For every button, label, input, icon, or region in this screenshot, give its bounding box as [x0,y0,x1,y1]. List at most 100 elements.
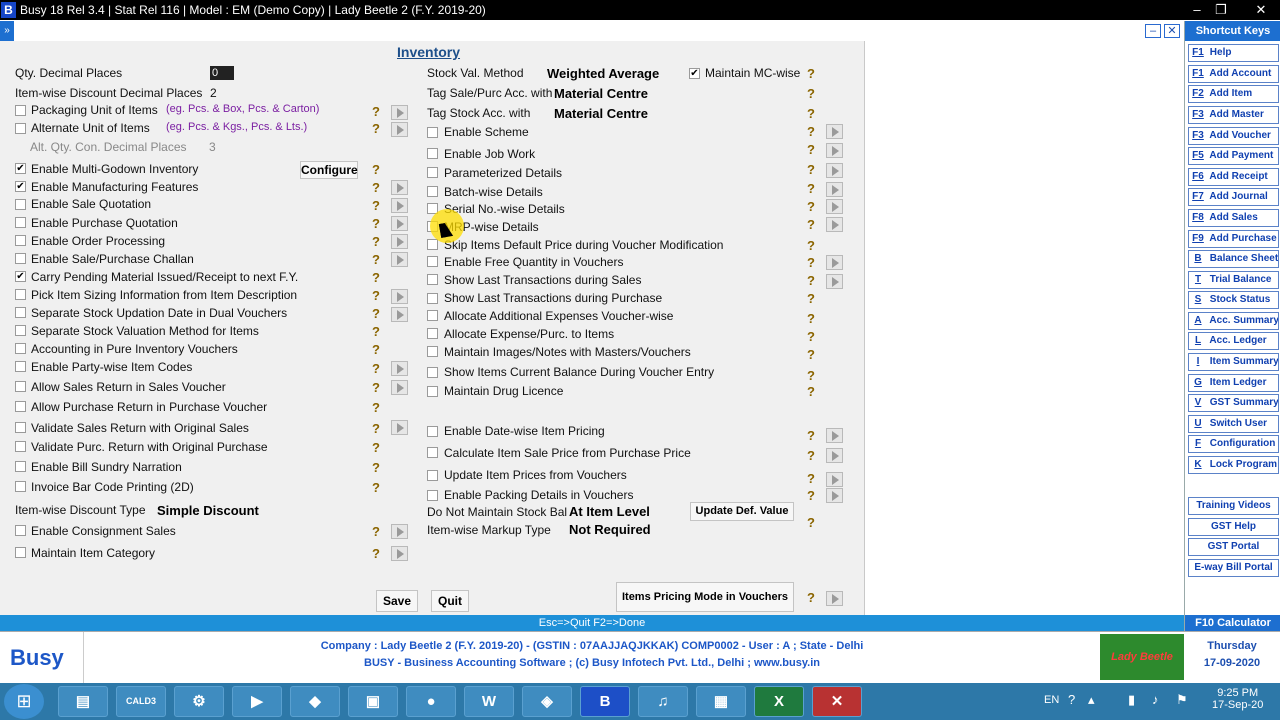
calculator-shortcut[interactable]: F10 Calculator [1185,615,1280,631]
consignment-checkbox[interactable] [15,525,26,536]
help-icon[interactable]: ? [369,216,383,232]
help-icon[interactable]: ? [369,480,383,496]
shortcut-trial-balance[interactable]: T Trial Balance [1188,271,1279,289]
discount-type-value[interactable]: Simple Discount [157,503,259,518]
help-icon[interactable]: ? [369,162,383,178]
carry-pending-checkbox[interactable]: ✔ [15,271,26,282]
help-icon[interactable]: ? [804,515,818,531]
items-balance-checkbox[interactable] [427,367,438,378]
packaging-unit-checkbox[interactable] [15,105,26,116]
expand-arrow-icon[interactable] [826,274,843,289]
gallery-icon[interactable]: ▦ [696,686,746,717]
expand-arrow-icon[interactable] [391,307,408,322]
expand-arrow-icon[interactable] [391,198,408,213]
network-icon[interactable]: ▮ [1128,692,1135,708]
help-icon[interactable]: ? [804,217,818,233]
maintain-images-checkbox[interactable] [427,346,438,357]
allocate-additional-checkbox[interactable] [427,310,438,321]
bar-code-checkbox[interactable] [15,481,26,492]
bill-sundry-checkbox[interactable] [15,461,26,472]
stock-val-value[interactable]: Weighted Average [547,66,659,81]
party-wise-codes-checkbox[interactable] [15,361,26,372]
help-icon[interactable]: ? [369,421,383,437]
do-not-maintain-value[interactable]: At Item Level [569,504,650,519]
minimize-icon[interactable]: – [1186,1,1208,18]
help-icon[interactable]: ? [804,199,818,215]
expand-arrow-icon[interactable] [391,420,408,435]
up-arrow-icon[interactable]: ▴ [1088,692,1095,708]
volume-icon[interactable]: ♪ [1152,692,1159,707]
help-icon[interactable]: ? [804,86,818,102]
help-icon[interactable]: ? [369,324,383,340]
expand-arrow-icon[interactable] [826,182,843,197]
expand-arrow-icon[interactable] [826,472,843,487]
help-icon[interactable]: ? [369,104,383,120]
discount-decimal-value[interactable]: 2 [210,86,217,100]
close-icon[interactable]: ✕ [1250,1,1272,18]
expand-arrow-icon[interactable] [826,124,843,139]
quit-button[interactable]: Quit [431,590,469,612]
expand-arrow-icon[interactable] [391,180,408,195]
markup-type-value[interactable]: Not Required [569,522,651,537]
packing-details-checkbox[interactable] [427,490,438,501]
start-button-icon[interactable]: ⊞ [4,684,44,719]
expand-arrow-icon[interactable] [826,199,843,214]
help-icon[interactable]: ? [369,361,383,377]
expand-arrow-icon[interactable] [826,217,843,232]
help-icon[interactable]: ? [804,448,818,464]
busy-taskbar-icon[interactable]: B [580,686,630,717]
shortcut-acc-ledger[interactable]: L Acc. Ledger [1188,332,1279,350]
challan-checkbox[interactable] [15,253,26,264]
window-minimize-icon[interactable]: – [1145,24,1161,38]
eway-bill-portal-button[interactable]: E-way Bill Portal [1188,559,1279,577]
help-icon[interactable]: ? [804,428,818,444]
calc-sale-price-checkbox[interactable] [427,447,438,458]
calendar-app-icon[interactable]: CALD3 [116,686,166,717]
multi-godown-checkbox[interactable]: ✔ [15,163,26,174]
anydesk-icon[interactable]: ◈ [522,686,572,717]
pure-inventory-checkbox[interactable] [15,343,26,354]
validate-sales-return-checkbox[interactable] [15,422,26,433]
help-icon[interactable]: ? [804,181,818,197]
expand-arrow-icon[interactable] [391,546,408,561]
expand-arrow-icon[interactable] [391,524,408,539]
help-icon[interactable]: ? [804,106,818,122]
expand-arrow-icon[interactable] [826,591,843,606]
shortcut-add-account[interactable]: F1 Add Account [1188,65,1279,83]
help-icon[interactable]: ? [369,400,383,416]
job-work-checkbox[interactable] [427,148,438,159]
expand-arrow-icon[interactable] [826,255,843,270]
help-icon[interactable]: ? [369,524,383,540]
help-icon[interactable]: ? [804,384,818,400]
gst-portal-button[interactable]: GST Portal [1188,538,1279,556]
expand-arrow-icon[interactable] [826,143,843,158]
help-icon[interactable]: ? [369,180,383,196]
help-tray-icon[interactable]: ? [1068,692,1075,707]
item-category-checkbox[interactable] [15,547,26,558]
update-def-value-button[interactable]: Update Def. Value [690,502,794,521]
help-icon[interactable]: ? [804,124,818,140]
help-icon[interactable]: ? [369,252,383,268]
flag-icon[interactable]: ⚑ [1176,692,1188,708]
shortcut-item-ledger[interactable]: G Item Ledger [1188,374,1279,392]
help-icon[interactable]: ? [804,273,818,289]
mc-wise-checkbox[interactable]: ✔ [689,68,700,79]
shortcut-gst-summary[interactable]: V GST Summary [1188,394,1279,412]
shortcut-add-receipt[interactable]: F6 Add Receipt [1188,168,1279,186]
expand-arrow-icon[interactable] [391,380,408,395]
batch-wise-checkbox[interactable] [427,186,438,197]
media-player-icon[interactable]: ▶ [232,686,282,717]
file-explorer-icon[interactable]: ▤ [58,686,108,717]
training-videos-button[interactable]: Training Videos [1188,497,1279,515]
shortcut-configuration[interactable]: F Configuration [1188,435,1279,453]
help-icon[interactable]: ? [369,121,383,137]
excel-icon[interactable]: X [754,686,804,717]
help-icon[interactable]: ? [804,329,818,345]
help-icon[interactable]: ? [804,291,818,307]
tag-sale-purc-value[interactable]: Material Centre [554,86,648,101]
settings-icon[interactable]: ⚙ [174,686,224,717]
help-icon[interactable]: ? [369,288,383,304]
firefox-icon[interactable]: ● [406,686,456,717]
gst-help-button[interactable]: GST Help [1188,518,1279,536]
enable-scheme-checkbox[interactable] [427,127,438,138]
